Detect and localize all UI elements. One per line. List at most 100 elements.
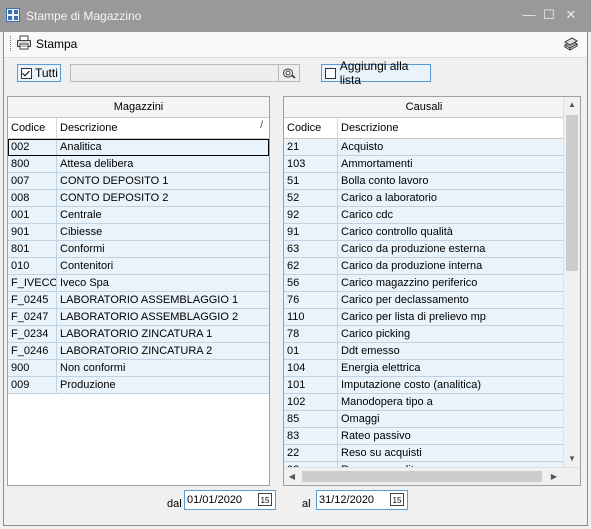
table-row[interactable]: 78 Carico picking [284, 326, 564, 343]
cell-descrizione[interactable]: Cibiesse [57, 224, 267, 240]
table-row[interactable]: 01 Ddt emesso [284, 343, 564, 360]
vertical-scroll-thumb[interactable] [566, 115, 578, 271]
calendar-icon[interactable]: 15 [258, 493, 272, 506]
cell-descrizione[interactable]: Conformi [57, 241, 267, 257]
cell-codice[interactable]: 103 [284, 156, 338, 172]
cell-codice[interactable]: F_0245 [8, 292, 57, 308]
cell-codice[interactable]: 92 [284, 207, 338, 223]
cell-codice[interactable]: F_IVECO [8, 275, 57, 291]
cell-descrizione[interactable]: Analitica [57, 139, 267, 155]
scroll-down-icon[interactable]: ▼ [564, 451, 580, 467]
table-row[interactable]: 63 Carico da produzione esterna [284, 241, 564, 258]
cell-codice[interactable]: 78 [284, 326, 338, 342]
cell-descrizione[interactable]: Carico a laboratorio [338, 190, 563, 206]
table-row[interactable]: 56 Carico magazzino periferico [284, 275, 564, 292]
cell-descrizione[interactable]: Attesa delibera [57, 156, 267, 172]
cell-codice[interactable]: F_0246 [8, 343, 57, 359]
cell-descrizione[interactable]: Centrale [57, 207, 267, 223]
table-row[interactable]: 001 Centrale [8, 207, 269, 224]
stampa-button[interactable]: Stampa [16, 35, 77, 53]
books-icon[interactable] [563, 36, 579, 54]
table-row[interactable]: 22 Reso su acquisti [284, 445, 564, 462]
cell-codice[interactable]: 85 [284, 411, 338, 427]
table-row[interactable]: 91 Carico controllo qualità [284, 224, 564, 241]
cell-codice[interactable]: 102 [284, 394, 338, 410]
table-row[interactable]: 008 CONTO DEPOSITO 2 [8, 190, 269, 207]
table-row[interactable]: 76 Carico per declassamento [284, 292, 564, 309]
cell-descrizione[interactable]: Bolla conto lavoro [338, 173, 563, 189]
causali-col-descrizione[interactable]: Descrizione [338, 118, 563, 138]
toolbar-grip[interactable] [10, 36, 13, 51]
cell-codice[interactable]: 22 [284, 445, 338, 461]
table-row[interactable]: 103 Ammortamenti [284, 156, 564, 173]
scroll-up-icon[interactable]: ▲ [564, 97, 580, 113]
cell-descrizione[interactable]: LABORATORIO ASSEMBLAGGIO 1 [57, 292, 267, 308]
cell-codice[interactable]: 101 [284, 377, 338, 393]
table-row[interactable]: 800 Attesa delibera [8, 156, 269, 173]
cell-descrizione[interactable]: Imputazione costo (analitica) [338, 377, 563, 393]
causali-col-codice[interactable]: Codice [284, 118, 338, 138]
cell-descrizione[interactable]: LABORATORIO ZINCATURA 1 [57, 326, 267, 342]
table-row[interactable]: 102 Manodopera tipo a [284, 394, 564, 411]
maximize-button[interactable]: ☐ [538, 5, 560, 25]
cell-codice[interactable]: 008 [8, 190, 57, 206]
cell-descrizione[interactable]: Rateo passivo [338, 428, 563, 444]
cell-codice[interactable]: 001 [8, 207, 57, 223]
cell-codice[interactable]: 63 [284, 241, 338, 257]
horizontal-scroll-thumb[interactable] [302, 471, 542, 482]
table-row[interactable]: 101 Imputazione costo (analitica) [284, 377, 564, 394]
table-row[interactable]: 104 Energia elettrica [284, 360, 564, 377]
table-row[interactable]: 900 Non conformi [8, 360, 269, 377]
dal-date-value[interactable]: 01/01/2020 [187, 494, 242, 506]
cell-descrizione[interactable]: Reso su acquisti [338, 445, 563, 461]
minimize-button[interactable]: — [518, 5, 540, 25]
table-row[interactable]: 62 Carico da produzione interna [284, 258, 564, 275]
cell-descrizione[interactable]: Carico magazzino periferico [338, 275, 563, 291]
table-row[interactable]: F_0245 LABORATORIO ASSEMBLAGGIO 1 [8, 292, 269, 309]
table-row[interactable]: 009 Produzione [8, 377, 269, 394]
cell-codice[interactable]: 007 [8, 173, 57, 189]
causali-list[interactable]: 21 Acquisto 103 Ammortamenti 51 Bolla conto l… [284, 139, 564, 467]
cell-descrizione[interactable]: Produzione [57, 377, 267, 393]
table-row[interactable]: F_0246 LABORATORIO ZINCATURA 2 [8, 343, 269, 360]
table-row[interactable]: F_0234 LABORATORIO ZINCATURA 1 [8, 326, 269, 343]
causali-vertical-scrollbar[interactable]: ▲ ▼ [563, 97, 580, 467]
cell-descrizione[interactable]: Iveco Spa [57, 275, 267, 291]
cell-codice[interactable]: 21 [284, 139, 338, 155]
table-row[interactable]: 83 Rateo passivo [284, 428, 564, 445]
cell-descrizione[interactable]: Carico per declassamento [338, 292, 563, 308]
cell-codice[interactable]: 52 [284, 190, 338, 206]
cell-codice[interactable]: 104 [284, 360, 338, 376]
cell-descrizione[interactable]: LABORATORIO ZINCATURA 2 [57, 343, 267, 359]
cell-descrizione[interactable]: Carico da produzione esterna [338, 241, 563, 257]
cell-descrizione[interactable]: Carico controllo qualità [338, 224, 563, 240]
lookup-button[interactable] [278, 65, 299, 81]
dal-date-field[interactable]: 01/01/2020 15 [184, 490, 276, 510]
causali-horizontal-scrollbar[interactable]: ◀ ▶ [284, 467, 580, 485]
cell-codice[interactable]: 002 [8, 139, 57, 155]
magazzini-col-codice[interactable]: Codice [8, 118, 57, 138]
table-row[interactable]: 21 Acquisto [284, 139, 564, 156]
cell-codice[interactable]: 010 [8, 258, 57, 274]
aggiungi-checkmark[interactable] [325, 67, 336, 79]
table-row[interactable]: 85 Omaggi [284, 411, 564, 428]
table-row[interactable]: 51 Bolla conto lavoro [284, 173, 564, 190]
cell-codice[interactable]: 76 [284, 292, 338, 308]
cell-codice[interactable]: 83 [284, 428, 338, 444]
table-row[interactable]: F_0247 LABORATORIO ASSEMBLAGGIO 2 [8, 309, 269, 326]
cell-codice[interactable]: 009 [8, 377, 57, 393]
cell-codice[interactable]: 01 [284, 343, 338, 359]
magazzini-col-descrizione[interactable]: Descrizione [57, 118, 267, 138]
cell-descrizione[interactable]: Carico picking [338, 326, 563, 342]
cell-descrizione[interactable]: Carico cdc [338, 207, 563, 223]
tutti-checkmark[interactable] [21, 67, 32, 79]
cell-descrizione[interactable]: Omaggi [338, 411, 563, 427]
cell-descrizione[interactable]: Ddt emesso [338, 343, 563, 359]
scroll-right-icon[interactable]: ▶ [546, 468, 562, 485]
table-row[interactable]: 002 Analitica [8, 139, 269, 156]
cell-descrizione[interactable]: Contenitori [57, 258, 267, 274]
cell-codice[interactable]: 62 [284, 258, 338, 274]
tutti-combo[interactable] [70, 64, 300, 82]
cell-codice[interactable]: 56 [284, 275, 338, 291]
cell-descrizione[interactable]: Acquisto [338, 139, 563, 155]
